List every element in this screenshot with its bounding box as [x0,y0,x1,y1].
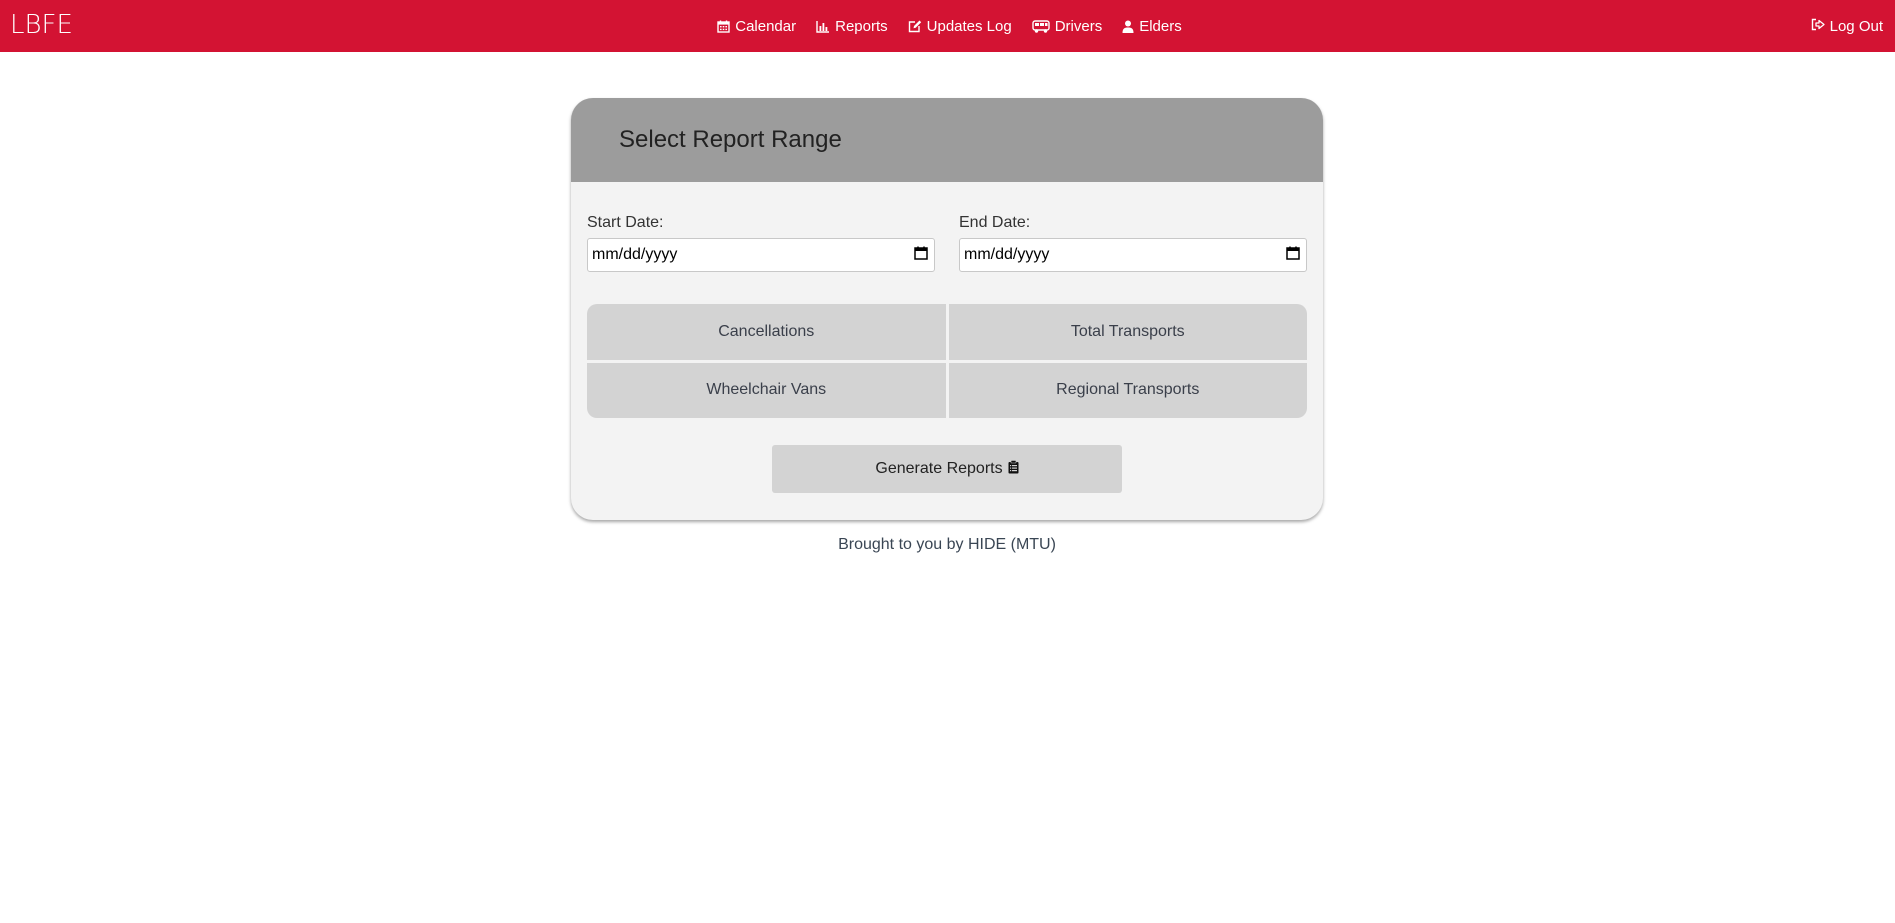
footer-credit: Brought to you by HIDE (MTU) [838,536,1056,553]
edit-icon [908,20,922,33]
report-range-card: Select Report Range Start Date: mm/dd/yy… [571,98,1323,520]
calendar-picker-icon[interactable] [1286,246,1300,265]
option-cancellations[interactable]: Cancellations [587,304,946,360]
nav-drivers-label: Drivers [1054,17,1103,35]
calendar-picker-icon[interactable] [914,246,928,265]
nav-elders-label: Elders [1139,17,1182,35]
option-regional-transports[interactable]: Regional Transports [948,362,1307,418]
end-date-label: End Date: [959,214,1031,231]
clipboard-icon [1008,459,1019,479]
nav-links: Calendar Reports Updates Log Drivers Eld… [0,0,1895,52]
logout-button[interactable]: Log Out [1811,0,1883,52]
bar-chart-icon [816,20,830,33]
nav-updates-log-label: Updates Log [926,17,1012,35]
card-header: Select Report Range [571,98,1323,182]
start-date-field: Start Date: mm/dd/yyyy [587,214,935,272]
generate-reports-button[interactable]: Generate Reports [772,445,1122,493]
calendar-icon [717,20,730,33]
nav-updates-log[interactable]: Updates Log [908,18,1012,35]
start-date-input[interactable]: mm/dd/yyyy [587,238,935,272]
start-date-value: mm/dd/yyyy [592,246,678,263]
nav-elders[interactable]: Elders [1122,18,1182,35]
logout-label: Log Out [1829,17,1883,35]
date-range-row: Start Date: mm/dd/yyyy End Date: mm/dd/y… [587,214,1307,272]
nav-calendar-label: Calendar [735,17,797,35]
report-options-grid: Cancellations Total Transports Wheelchai… [587,304,1307,418]
end-date-input[interactable]: mm/dd/yyyy [959,238,1307,272]
nav-reports-label: Reports [835,17,888,35]
option-total-transports[interactable]: Total Transports [948,304,1307,360]
end-date-field: End Date: mm/dd/yyyy [959,214,1307,272]
nav-reports[interactable]: Reports [816,18,888,35]
option-wheelchair-vans[interactable]: Wheelchair Vans [587,362,946,418]
start-date-label: Start Date: [587,214,664,231]
sign-out-icon [1811,18,1825,35]
generate-reports-label: Generate Reports [875,460,1003,477]
end-date-value: mm/dd/yyyy [964,246,1050,263]
top-navbar: LBFE Calendar Reports Updates Log Driver… [0,0,1895,52]
user-icon [1122,20,1134,33]
bus-icon [1032,19,1050,33]
page-title: Select Report Range [619,126,842,153]
nav-calendar[interactable]: Calendar [717,18,796,35]
nav-drivers[interactable]: Drivers [1032,17,1103,35]
